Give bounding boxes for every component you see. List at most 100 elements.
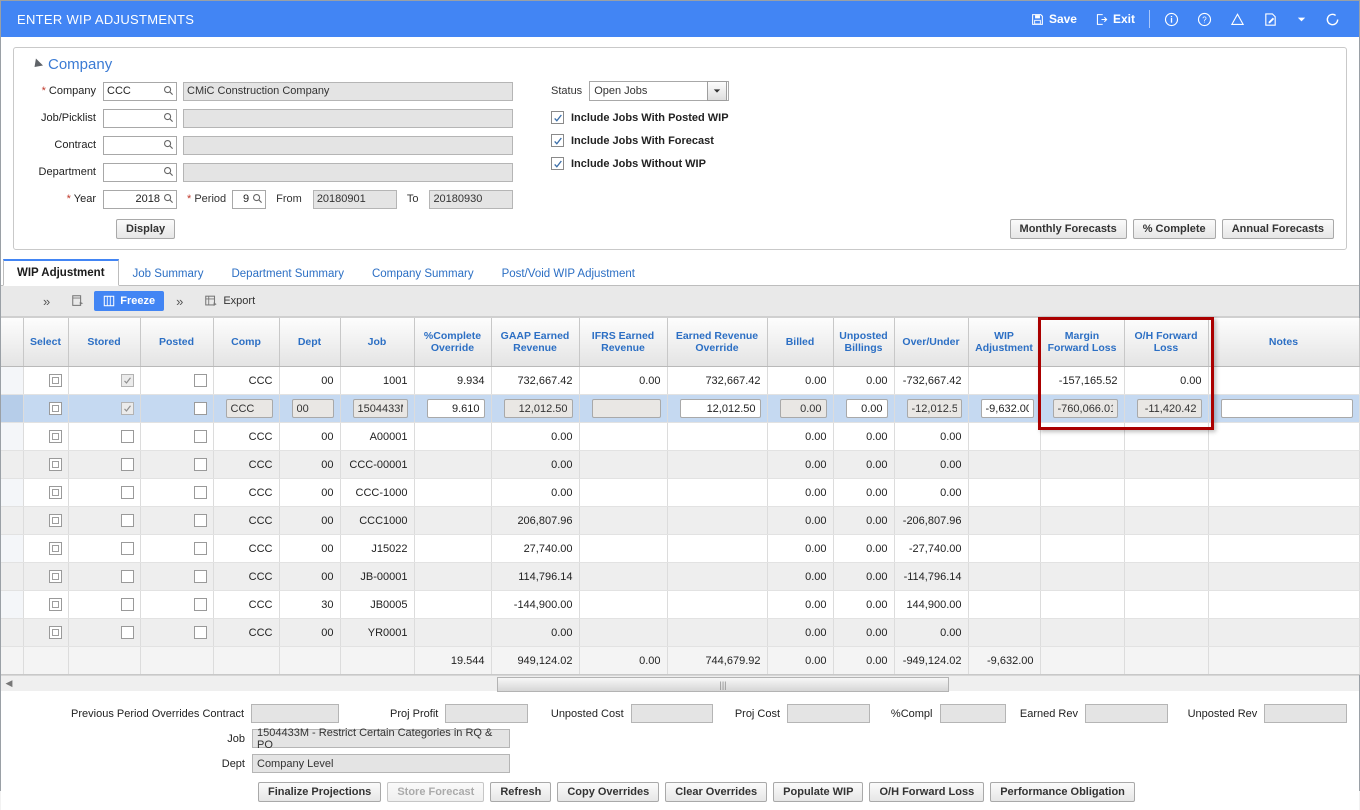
col-header-earned-revenue-override[interactable]: Earned Revenue Override — [667, 318, 768, 367]
exit-button[interactable]: Exit — [1086, 8, 1144, 30]
cell-stored[interactable] — [68, 394, 141, 423]
cell-stored[interactable] — [68, 422, 141, 451]
cell-stored[interactable] — [68, 562, 141, 591]
stored-checkbox[interactable] — [120, 374, 134, 387]
tab-wip-adjustment[interactable]: WIP Adjustment — [3, 259, 119, 286]
department-code-input[interactable] — [103, 162, 177, 182]
col-header-notes[interactable]: Notes — [1208, 318, 1360, 367]
info-icon[interactable] — [1155, 8, 1188, 31]
col-header-job[interactable]: Job — [340, 318, 415, 367]
select-checkbox[interactable] — [48, 458, 62, 471]
cell-posted[interactable] — [140, 450, 214, 479]
select-checkbox[interactable] — [48, 542, 62, 555]
include-posted-wip-row[interactable]: Include Jobs With Posted WIP — [551, 106, 1336, 129]
include-forecast-row[interactable]: Include Jobs With Forecast — [551, 129, 1336, 152]
cell-notes[interactable] — [1208, 394, 1360, 423]
chevron-down-icon[interactable] — [707, 81, 728, 101]
more-toolbar-button[interactable]: » — [164, 292, 195, 311]
cell-margin-forward-loss[interactable] — [1040, 394, 1125, 423]
comp-input[interactable] — [225, 399, 273, 418]
chevron-down-icon[interactable] — [1287, 10, 1316, 29]
cell-earned-revenue-override[interactable] — [667, 394, 768, 423]
table-row[interactable]: CCC 00 JB-00001 114,796.14 0.00 0.00 -114,796.… — [1, 562, 1360, 591]
select-checkbox[interactable] — [48, 374, 62, 387]
cell-wip-adjustment[interactable] — [968, 394, 1041, 423]
include-without-wip-checkbox[interactable] — [551, 157, 564, 170]
table-row[interactable]: CCC 00 CCC-00001 0.00 0.00 0.00 0.00 — [1, 450, 1360, 479]
cell-posted[interactable] — [140, 478, 214, 507]
cell-unposted-billings[interactable] — [833, 394, 895, 423]
row-handle[interactable] — [1, 506, 24, 535]
stored-checkbox[interactable] — [120, 430, 134, 443]
select-checkbox[interactable] — [48, 626, 62, 639]
cell-select[interactable] — [23, 506, 69, 535]
cell-select[interactable] — [23, 618, 69, 647]
job-input[interactable] — [352, 399, 408, 418]
cell-posted[interactable] — [140, 394, 214, 423]
status-select[interactable]: Open Jobs — [589, 81, 730, 101]
cell-comp[interactable] — [213, 394, 280, 423]
cell-stored[interactable] — [68, 366, 141, 395]
warning-icon[interactable] — [1221, 8, 1254, 31]
table-row[interactable]: CCC 00 YR0001 0.00 0.00 0.00 0.00 — [1, 618, 1360, 647]
wip-adjustment-input[interactable] — [980, 399, 1034, 418]
ifrs-earned-revenue-input[interactable] — [591, 399, 661, 418]
tab-post-void-wip-adjustment[interactable]: Post/Void WIP Adjustment — [488, 261, 649, 286]
cell-posted[interactable] — [140, 618, 214, 647]
export-button[interactable]: Export — [195, 291, 264, 311]
col-header-stored[interactable]: Stored — [68, 318, 141, 367]
annual-forecasts-button[interactable]: Annual Forecasts — [1221, 219, 1334, 239]
posted-checkbox[interactable] — [193, 430, 207, 443]
tab-department-summary[interactable]: Department Summary — [217, 261, 357, 286]
col-header-oh-forward-loss[interactable]: O/H Forward Loss — [1124, 318, 1209, 367]
display-button[interactable]: Display — [116, 219, 176, 239]
col-header-select[interactable]: Select — [23, 318, 69, 367]
posted-checkbox[interactable] — [193, 598, 207, 611]
margin-forward-loss-input[interactable] — [1052, 399, 1118, 418]
billed-input[interactable] — [779, 399, 827, 418]
stored-checkbox[interactable] — [120, 626, 134, 639]
col-header-unposted-billings[interactable]: Unposted Billings — [833, 318, 895, 367]
posted-checkbox[interactable] — [193, 514, 207, 527]
table-row[interactable]: CCC 00 1001 9.934 732,667.42 0.00 732,667.42 0.… — [1, 366, 1360, 395]
stored-checkbox[interactable] — [120, 402, 134, 415]
cell-select[interactable] — [23, 562, 69, 591]
posted-checkbox[interactable] — [193, 542, 207, 555]
col-header-gaap-earned-revenue[interactable]: GAAP Earned Revenue — [491, 318, 580, 367]
o-h-forward-loss-button[interactable]: O/H Forward Loss — [869, 782, 985, 802]
unposted-billings-input[interactable] — [845, 399, 888, 418]
freeze-button[interactable]: Freeze — [94, 291, 165, 311]
row-handle[interactable] — [1, 450, 24, 479]
scrollbar-thumb[interactable]: ||| — [497, 677, 949, 692]
cell-gaap-earned-revenue[interactable] — [491, 394, 580, 423]
contract-code-input[interactable] — [103, 135, 177, 155]
col-header-dept[interactable]: Dept — [279, 318, 341, 367]
cell-posted[interactable] — [140, 506, 214, 535]
cell-posted[interactable] — [140, 366, 214, 395]
cell-posted[interactable] — [140, 590, 214, 619]
cell-stored[interactable] — [68, 618, 141, 647]
percent-complete-button[interactable]: % Complete — [1132, 219, 1216, 239]
col-header-pct-complete-override[interactable]: %Complete Override — [413, 318, 492, 367]
tab-company-summary[interactable]: Company Summary — [358, 261, 488, 286]
expand-toolbar-button[interactable]: » — [31, 292, 62, 311]
table-row[interactable]: CCC 00 CCC1000 206,807.96 0.00 0.00 -206,807.9… — [1, 506, 1360, 535]
cell-stored[interactable] — [68, 478, 141, 507]
notes-input[interactable] — [1220, 399, 1353, 418]
monthly-forecasts-button[interactable]: Monthly Forecasts — [1009, 219, 1127, 239]
cell-select[interactable] — [23, 394, 69, 423]
year-input[interactable] — [103, 189, 177, 209]
over-under-input[interactable] — [906, 399, 962, 418]
col-header-ifrs-earned-revenue[interactable]: IFRS Earned Revenue — [579, 318, 668, 367]
clear-overrides-button[interactable]: Clear Overrides — [665, 782, 768, 802]
include-posted-wip-checkbox[interactable] — [551, 111, 564, 124]
row-handle[interactable] — [1, 590, 24, 619]
refresh-icon[interactable] — [1316, 8, 1349, 31]
help-icon[interactable]: ? — [1188, 8, 1221, 31]
stored-checkbox[interactable] — [120, 514, 134, 527]
earned-revenue-override-input[interactable] — [679, 399, 761, 418]
notes-icon[interactable] — [1254, 8, 1287, 31]
posted-checkbox[interactable] — [193, 458, 207, 471]
filter-icon[interactable] — [62, 291, 94, 311]
stored-checkbox[interactable] — [120, 486, 134, 499]
